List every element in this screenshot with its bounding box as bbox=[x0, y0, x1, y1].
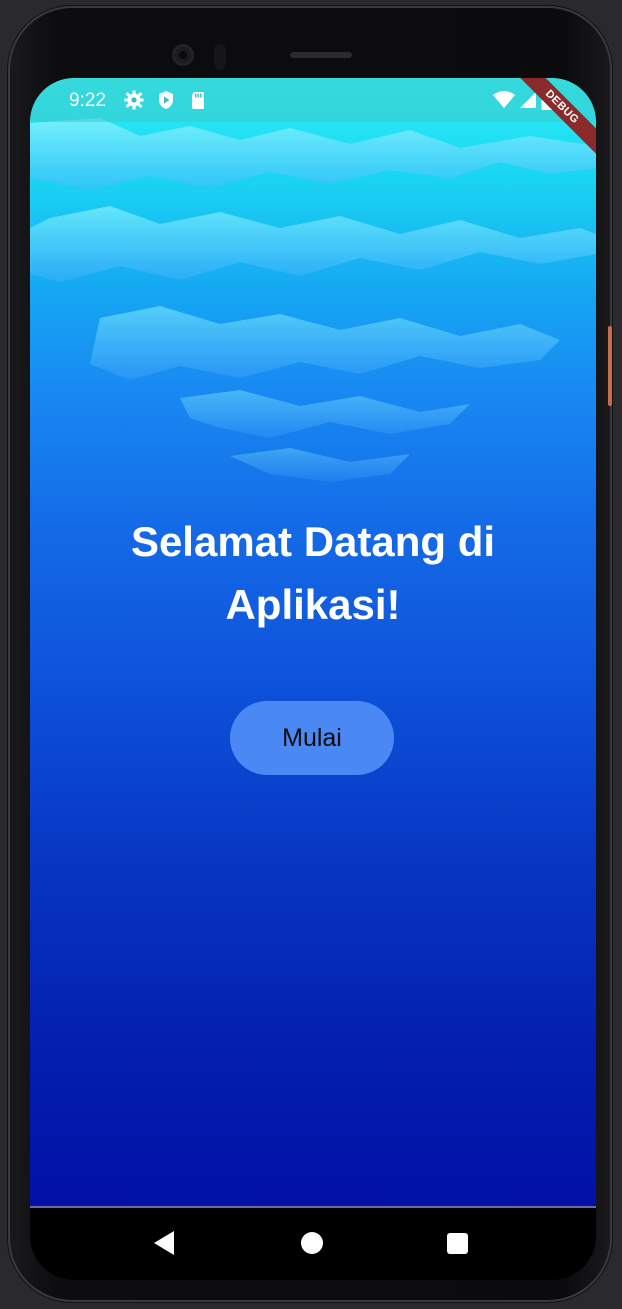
gear-icon bbox=[124, 90, 144, 110]
recents-icon[interactable] bbox=[447, 1233, 468, 1254]
water-surface-background bbox=[30, 118, 596, 482]
welcome-title: Selamat Datang di Aplikasi! bbox=[130, 518, 496, 628]
status-time: 9:22 bbox=[69, 90, 106, 111]
app-screen: 9:22 DEBUG Selamat Datang di Aplikasi! M… bbox=[30, 78, 596, 1278]
status-bar: 9:22 bbox=[30, 78, 596, 122]
wifi-icon bbox=[493, 91, 515, 108]
proximity-sensor bbox=[214, 44, 226, 70]
power-button bbox=[608, 326, 612, 406]
navigation-bar bbox=[30, 1206, 596, 1280]
start-button[interactable]: Mulai bbox=[230, 701, 394, 775]
back-icon[interactable] bbox=[154, 1231, 174, 1255]
earpiece-speaker bbox=[290, 52, 352, 58]
shield-play-icon bbox=[159, 91, 173, 109]
sd-card-icon bbox=[192, 92, 204, 109]
home-icon[interactable] bbox=[301, 1232, 323, 1254]
front-camera bbox=[172, 44, 194, 66]
